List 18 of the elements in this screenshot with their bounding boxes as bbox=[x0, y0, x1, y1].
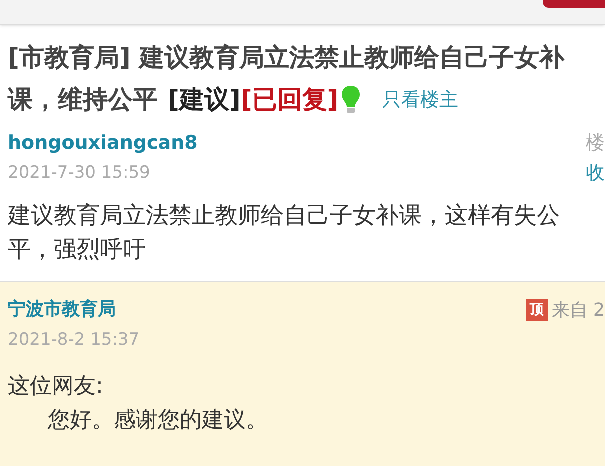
lightbulb-icon bbox=[340, 85, 361, 115]
author-only-link[interactable]: 只看楼主 bbox=[382, 79, 459, 121]
post-date: 2021-7-30 15:59 bbox=[8, 162, 152, 185]
category-tag: [建议] bbox=[168, 79, 241, 121]
reply-greeting: 这位网友: bbox=[8, 373, 104, 401]
favorite-link[interactable]: 收 bbox=[586, 157, 605, 189]
post-body: 建议教育局立法禁止教师给自己子女补课，这样有失公平，强烈呼吁 bbox=[6, 202, 561, 265]
status-tag: [已回复] bbox=[240, 79, 339, 121]
reply-date: 2021-8-2 15:37 bbox=[8, 329, 141, 352]
author-name[interactable]: hongouxiangcan8 bbox=[8, 129, 198, 157]
tab-indicator bbox=[543, 0, 605, 8]
post-title: 课，维持公平 bbox=[8, 84, 158, 116]
top-badge: 顶 bbox=[526, 299, 548, 321]
post-title: [市教育局] 建议教育局立法禁止教师给自己子女补 bbox=[8, 42, 565, 74]
floor-label: 楼 bbox=[586, 131, 605, 156]
reply-body: 您好。感谢您的建议。 bbox=[47, 407, 269, 435]
reply-author[interactable]: 宁波市教育局 bbox=[8, 296, 116, 324]
reply-source: 来自 2 bbox=[552, 298, 605, 322]
